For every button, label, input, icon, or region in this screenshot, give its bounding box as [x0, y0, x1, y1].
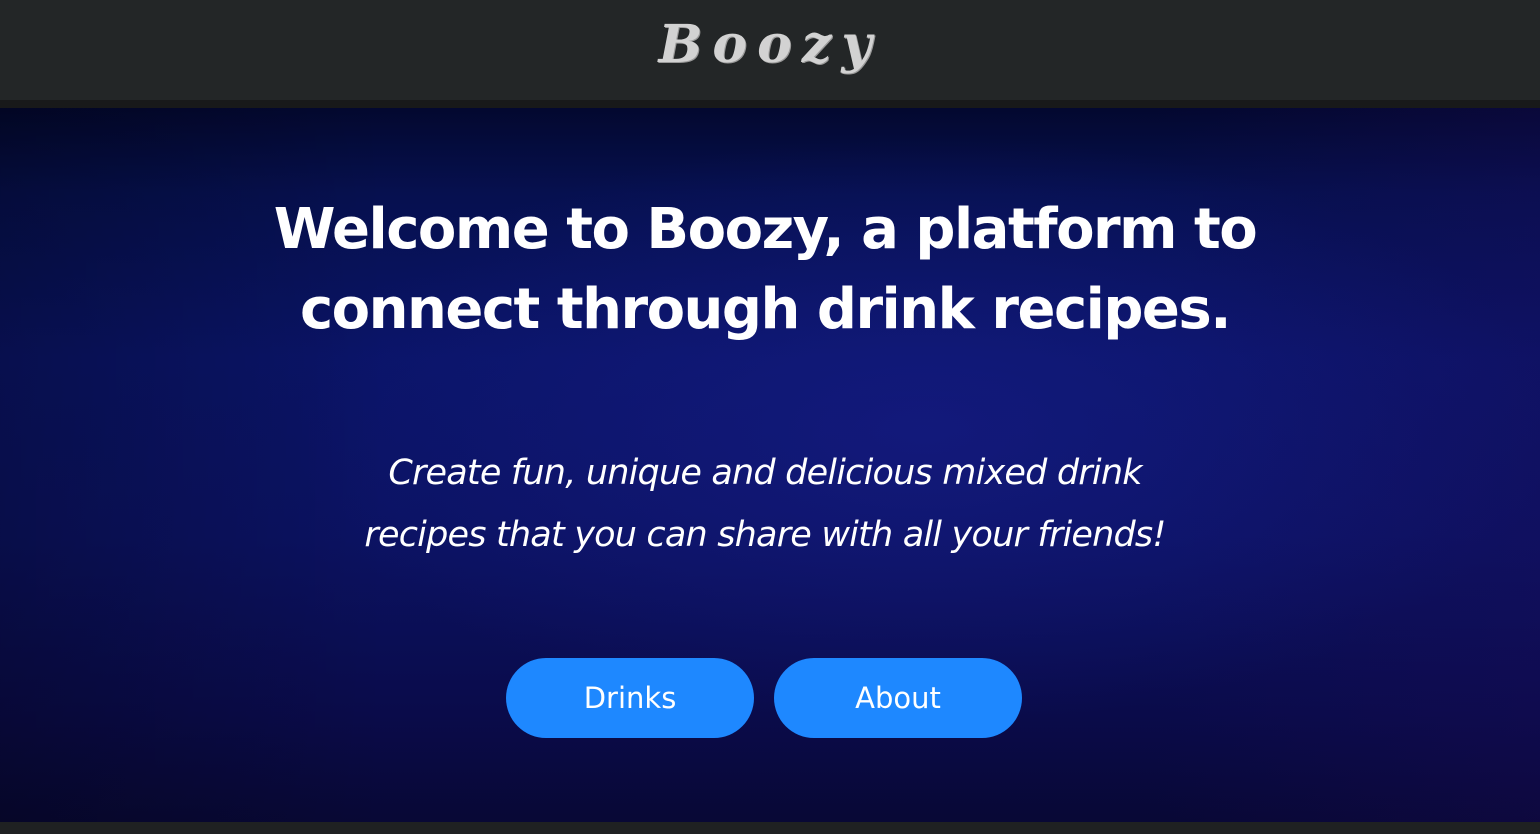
hero-subtitle: Create fun, unique and delicious mixed d… — [364, 453, 1166, 555]
hero-section: Welcome to Boozy, a platform to connect … — [0, 108, 1540, 822]
hero-headline: Welcome to Boozy, a platform to connect … — [273, 197, 1258, 342]
brand-logo-link[interactable]: Boozy — [658, 19, 881, 71]
about-button[interactable]: About — [774, 658, 1022, 738]
drinks-button[interactable]: Drinks — [506, 658, 754, 738]
navbar-divider — [0, 100, 1540, 108]
navbar: Boozy — [0, 0, 1540, 100]
footer-strip — [0, 822, 1540, 834]
